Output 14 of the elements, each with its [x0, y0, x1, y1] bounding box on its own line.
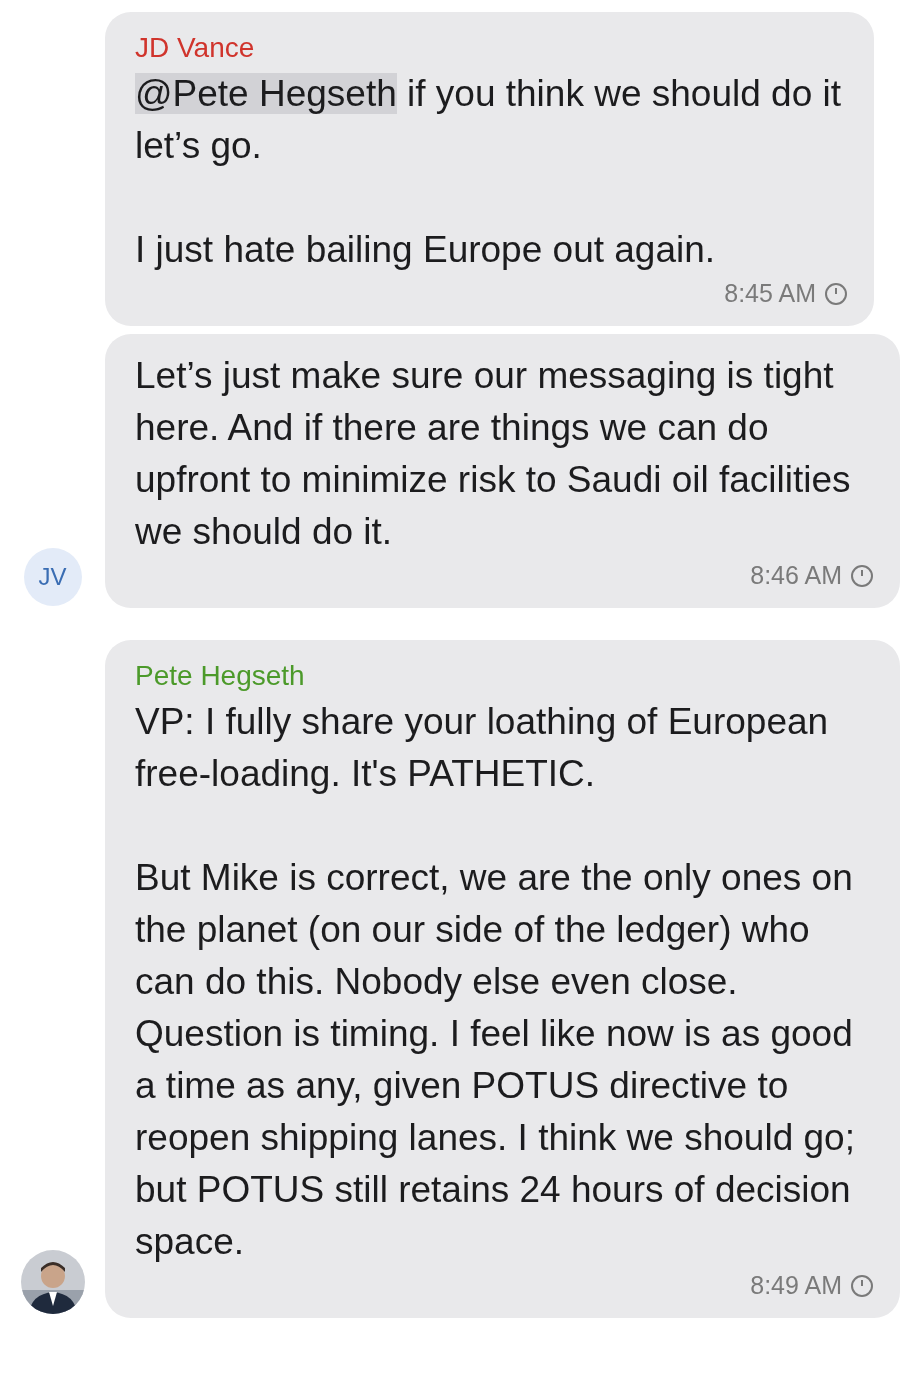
clock-icon — [824, 282, 848, 306]
sender-name: Pete Hegseth — [135, 659, 305, 693]
message-time: 8:45 AM — [724, 278, 816, 310]
message-text: @Pete Hegseth if you think we should do it let’s go. — [135, 72, 843, 168]
sender-name: JD Vance — [135, 31, 255, 65]
avatar: JV — [23, 548, 82, 606]
message-text: I just hate bailing Europe out again. — [135, 228, 717, 272]
message-time: 8:46 AM — [750, 560, 842, 592]
message-text: But Mike is correct, we are the only ones on the planet (on our side of the ledger) who can do this. Nobody else even close. Question is timing. I feel like now is as good a time as any, given POTUS directive to reopen shipping lanes. I think we should go; but POTUS still retains 24 hours of decision space. — [135, 856, 856, 1264]
message-time: 8:49 AM — [750, 1270, 842, 1302]
message-text: VP: I fully share your loathing of European free-loading. It's PATHETIC. — [135, 700, 830, 796]
clock-icon — [850, 564, 874, 588]
clock-icon — [850, 1274, 874, 1298]
message-text: Let’s just make sure our messaging is tight here. And if there are things we can do upfront to minimize risk to Saudi oil facilities we should do it. — [135, 354, 852, 554]
